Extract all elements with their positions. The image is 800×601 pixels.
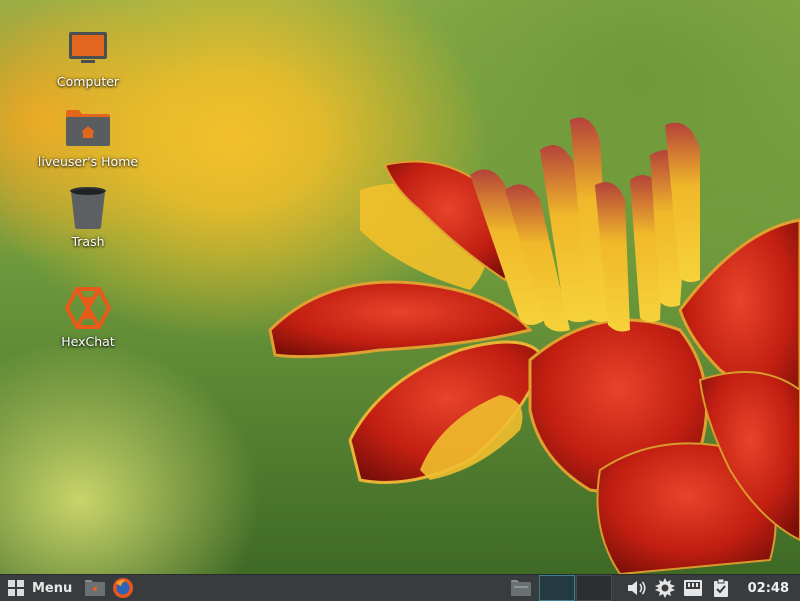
workspace-2[interactable] xyxy=(575,575,612,601)
firefox-launcher[interactable] xyxy=(110,575,136,601)
desktop-icon-label: Computer xyxy=(56,74,120,89)
show-desktop-button[interactable] xyxy=(508,575,534,601)
desktop-icon-trash[interactable]: Trash xyxy=(33,184,143,249)
settings-tray[interactable] xyxy=(652,575,678,601)
trash-icon xyxy=(33,184,143,232)
desktop-icon-label: liveuser's Home xyxy=(37,154,139,169)
file-manager-launcher[interactable] xyxy=(82,575,108,601)
firefox-icon xyxy=(113,578,134,598)
network-icon xyxy=(683,580,702,596)
volume-icon xyxy=(627,581,646,595)
network-tray[interactable] xyxy=(680,575,706,601)
desktop-icon-label: HexChat xyxy=(61,334,115,349)
settings-icon xyxy=(654,578,675,598)
menu-grid-icon xyxy=(8,580,24,596)
clock[interactable]: 02:48 xyxy=(734,581,800,596)
volume-tray[interactable] xyxy=(624,575,650,601)
clipboard-tray[interactable] xyxy=(708,575,734,601)
desktop-icon-hexchat[interactable]: HexChat xyxy=(33,284,143,349)
folder-icon xyxy=(510,580,531,596)
workspace-1[interactable] xyxy=(538,575,575,601)
menu-button[interactable]: Menu xyxy=(0,575,80,601)
file-manager-icon xyxy=(85,580,106,596)
home-folder-icon xyxy=(33,104,143,152)
desktop-icon-label: Trash xyxy=(71,234,105,249)
clipboard-icon xyxy=(713,578,728,597)
hexchat-icon xyxy=(33,284,143,332)
computer-icon xyxy=(33,24,143,72)
desktop-icon-home[interactable]: liveuser's Home xyxy=(33,104,143,169)
bottom-panel: Menu 02:48 xyxy=(0,574,800,601)
desktop-icon-computer[interactable]: Computer xyxy=(33,24,143,89)
menu-label: Menu xyxy=(32,580,73,596)
